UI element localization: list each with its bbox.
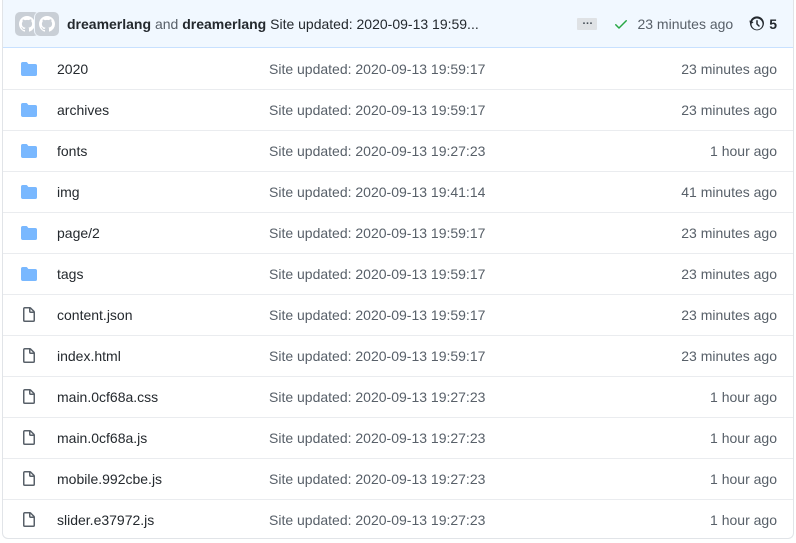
file-name-link[interactable]: index.html xyxy=(57,348,269,364)
file-name-link[interactable]: archives xyxy=(57,102,269,118)
commit-message-link[interactable]: Site updated: 2020-09-13 19:27:23 xyxy=(269,389,710,405)
commit-time[interactable]: 23 minutes ago xyxy=(637,16,733,32)
commit-age: 1 hour ago xyxy=(710,512,777,528)
folder-icon xyxy=(21,143,37,159)
commit-summary: dreamerlang and dreamerlang Site updated… xyxy=(67,16,569,32)
file-name-link[interactable]: main.0cf68a.css xyxy=(57,389,269,405)
file-name-link[interactable]: main.0cf68a.js xyxy=(57,430,269,446)
file-row[interactable]: tags Site updated: 2020-09-13 19:59:17 23 … xyxy=(3,253,793,294)
commit-age: 23 minutes ago xyxy=(681,307,777,323)
file-row[interactable]: main.0cf68a.js Site updated: 2020-09-13 1… xyxy=(3,417,793,458)
commit-message-link[interactable]: Site updated: 2020-09-13 19:27:23 xyxy=(269,430,710,446)
file-icon xyxy=(21,471,37,487)
file-row[interactable]: img Site updated: 2020-09-13 19:41:14 41 m… xyxy=(3,171,793,212)
commit-age: 23 minutes ago xyxy=(681,60,777,77)
commit-age: 1 hour ago xyxy=(710,430,777,446)
commit-message-link[interactable]: Site updated: 2020-09-13 19:59... xyxy=(270,16,479,32)
file-name-link[interactable]: slider.e37972.js xyxy=(57,512,269,528)
file-name-link[interactable]: tags xyxy=(57,266,269,282)
file-row[interactable]: slider.e37972.js Site updated: 2020-09-13… xyxy=(3,499,793,538)
commit-message-link[interactable]: Site updated: 2020-09-13 19:27:23 xyxy=(269,143,710,159)
commit-message-link[interactable]: Site updated: 2020-09-13 19:59:17 xyxy=(269,307,681,323)
folder-icon xyxy=(21,266,37,282)
file-row[interactable]: page/2 Site updated: 2020-09-13 19:59:17 2… xyxy=(3,212,793,253)
file-name-link[interactable]: mobile.992cbe.js xyxy=(57,471,269,487)
commit-age: 23 minutes ago xyxy=(681,225,777,241)
file-row[interactable]: archives Site updated: 2020-09-13 19:59:1… xyxy=(3,89,793,130)
commit-and-text: and xyxy=(154,15,179,32)
avatar[interactable] xyxy=(35,11,59,36)
file-navigation-box: dreamerlang and dreamerlang Site updated… xyxy=(2,0,794,539)
commit-age: 41 minutes ago xyxy=(681,184,777,200)
commit-age: 1 hour ago xyxy=(710,471,777,487)
folder-icon xyxy=(21,184,37,200)
history-icon xyxy=(749,15,765,30)
github-icon xyxy=(19,15,35,32)
latest-commit-bar: dreamerlang and dreamerlang Site updated… xyxy=(3,0,793,48)
github-icon xyxy=(39,15,55,32)
commit-age: 1 hour ago xyxy=(710,143,777,159)
file-row[interactable]: content.json Site updated: 2020-09-13 19:… xyxy=(3,294,793,335)
commit-message-link[interactable]: Site updated: 2020-09-13 19:59:17 xyxy=(269,61,681,77)
commit-avatars xyxy=(15,11,59,36)
commit-age: 23 minutes ago xyxy=(681,266,777,282)
commit-message-link[interactable]: Site updated: 2020-09-13 19:27:23 xyxy=(269,471,710,487)
file-icon xyxy=(21,348,37,364)
file-list: 2020 Site updated: 2020-09-13 19:59:17 23 … xyxy=(3,48,793,538)
commit-message-link[interactable]: Site updated: 2020-09-13 19:41:14 xyxy=(269,184,681,200)
commit-count: 5 xyxy=(769,15,777,32)
file-name-link[interactable]: img xyxy=(57,184,269,200)
file-icon xyxy=(21,307,37,323)
file-name-link[interactable]: 2020 xyxy=(57,61,269,77)
commit-author-link[interactable]: dreamerlang xyxy=(67,16,151,32)
commit-age: 1 hour ago xyxy=(710,389,777,405)
file-row[interactable]: mobile.992cbe.js Site updated: 2020-09-13… xyxy=(3,458,793,499)
file-name-link[interactable]: content.json xyxy=(57,307,269,323)
file-row[interactable]: fonts Site updated: 2020-09-13 19:27:23 1 … xyxy=(3,130,793,171)
expand-commit-message-button[interactable]: … xyxy=(577,15,598,30)
file-icon xyxy=(21,512,37,528)
folder-icon xyxy=(21,61,37,77)
file-name-link[interactable]: page/2 xyxy=(57,225,269,241)
file-name-link[interactable]: fonts xyxy=(57,143,269,159)
file-row[interactable]: index.html Site updated: 2020-09-13 19:59… xyxy=(3,335,793,376)
commit-age: 23 minutes ago xyxy=(681,348,777,364)
commit-message-link[interactable]: Site updated: 2020-09-13 19:27:23 xyxy=(269,512,710,528)
file-row[interactable]: main.0cf68a.css Site updated: 2020-09-13 … xyxy=(3,376,793,417)
check-icon[interactable] xyxy=(613,16,629,32)
folder-icon xyxy=(21,102,37,118)
commit-message-link[interactable]: Site updated: 2020-09-13 19:59:17 xyxy=(269,225,681,241)
commit-history-link[interactable]: 5 xyxy=(749,16,777,32)
commit-message-link[interactable]: Site updated: 2020-09-13 19:59:17 xyxy=(269,266,681,282)
commit-message-link[interactable]: Site updated: 2020-09-13 19:59:17 xyxy=(269,102,681,118)
folder-icon xyxy=(21,225,37,241)
file-icon xyxy=(21,430,37,446)
file-row[interactable]: 2020 Site updated: 2020-09-13 19:59:17 23 … xyxy=(3,48,793,89)
commit-age: 23 minutes ago xyxy=(681,102,777,118)
file-icon xyxy=(21,389,37,405)
commit-coauthor-link[interactable]: dreamerlang xyxy=(182,16,266,32)
commit-message-link[interactable]: Site updated: 2020-09-13 19:59:17 xyxy=(269,348,681,364)
